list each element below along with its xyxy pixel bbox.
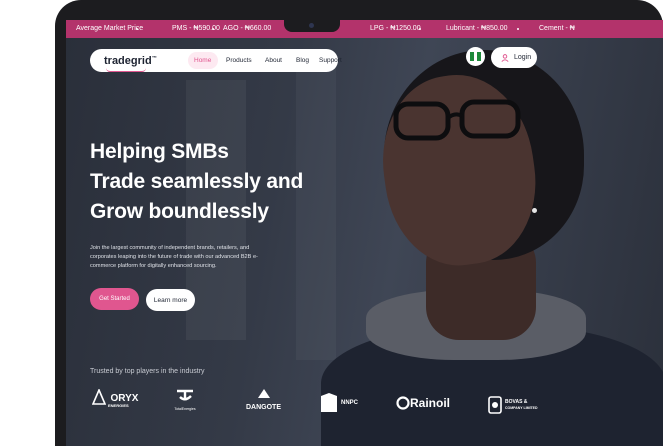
get-started-button[interactable]: Get Started [90, 288, 139, 310]
totalenergies-name: TotalEnergies [174, 407, 196, 411]
nav-item-blog[interactable]: Blog [296, 57, 309, 64]
headline-line: Helping SMBs [90, 140, 229, 163]
hero-headline: Helping SMBs Trade seamlessly and Grow b… [90, 137, 303, 227]
main-navbar: tradegrid™ Home Products About Blog Supp… [90, 49, 342, 72]
tradegrid-logo[interactable]: tradegrid™ [104, 54, 157, 72]
nnpc-emblem-icon [321, 393, 337, 412]
earring [532, 208, 537, 213]
camera-icon [309, 23, 314, 28]
ticker-separator [136, 28, 138, 30]
rainoil-logo: Rainoil [396, 396, 450, 410]
ticker-item: Lubricant - ₦850.00 [446, 25, 508, 32]
dangote-name: DANGOTE [246, 404, 281, 411]
market-price-ticker: Average Market Price PMS - ₦590.00 AGO -… [66, 20, 663, 38]
nnpc-name: NNPC [341, 400, 359, 406]
oryx-logo: ORYX ENERGIES [91, 387, 138, 408]
login-label: Login [514, 54, 532, 61]
headline-line: Trade seamlessly and [90, 170, 304, 193]
ticker-separator [419, 28, 421, 30]
bovas-logo: BOVAS & COMPANY LIMITED [488, 396, 538, 414]
rainoil-name: Rainoil [410, 396, 451, 410]
bovas-sub: COMPANY LIMITED [505, 406, 538, 410]
dangote-emblem-icon [257, 389, 270, 398]
ticker-separator [212, 28, 214, 30]
login-button[interactable]: Login [491, 47, 537, 68]
learn-more-button[interactable]: Learn more [146, 289, 195, 311]
oryx-emblem-icon [91, 387, 107, 405]
nav-item-support[interactable]: Support [319, 57, 342, 64]
logo-smile [106, 68, 146, 72]
nav-item-products[interactable]: Products [226, 57, 252, 64]
nigeria-flag-icon[interactable] [466, 47, 485, 66]
hero-subtext: Join the largest community of independen… [90, 245, 258, 269]
nav-item-home[interactable]: Home [194, 57, 211, 64]
ticker-item: Average Market Price [76, 25, 144, 32]
logo-trademark: ™ [151, 54, 157, 61]
bovas-emblem-icon [488, 396, 502, 414]
logo-text: tradegrid [104, 54, 152, 67]
nnpc-logo: NNPC [319, 392, 358, 414]
flag-stripe [470, 52, 474, 61]
totalenergies-emblem-icon [177, 389, 193, 401]
totalenergies-logo: TotalEnergies [174, 386, 196, 411]
ticker-item: Cement - ₦ [539, 25, 575, 32]
flag-stripe [477, 52, 481, 61]
headline-line: Grow boundlessly [90, 200, 269, 223]
bovas-text: BOVAS & COMPANY LIMITED [505, 399, 538, 411]
glasses-icon [393, 99, 521, 141]
ticker-separator [517, 28, 519, 30]
rainoil-emblem-icon [396, 396, 410, 410]
dangote-logo: DANGOTE [246, 386, 281, 411]
ticker-item: AGO - ₦660.00 [223, 25, 272, 32]
website-screen: Average Market Price PMS - ₦590.00 AGO -… [66, 20, 663, 446]
nav-item-about[interactable]: About [265, 57, 282, 64]
partners-heading: Trusted by top players in the industry [90, 368, 205, 375]
partner-logos: ORYX ENERGIES TotalEnergies DANGOTE NNPC… [66, 382, 663, 442]
user-icon [501, 53, 509, 62]
ticker-item: LPG - ₦1250.00 [370, 25, 421, 32]
